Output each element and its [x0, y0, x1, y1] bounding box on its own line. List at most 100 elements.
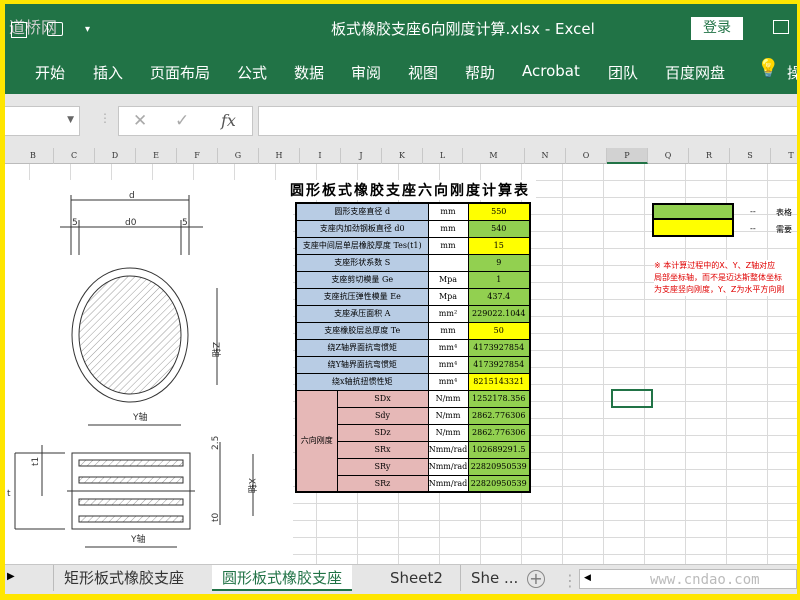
column-header-R[interactable]: R: [689, 148, 730, 164]
stiffness-label[interactable]: Sdy: [336, 406, 429, 425]
param-value[interactable]: 1: [467, 270, 531, 289]
tab-acrobat[interactable]: Acrobat: [522, 62, 580, 80]
formula-input[interactable]: [258, 106, 797, 136]
sheet-tab-circle-active[interactable]: 圆形板式橡胶支座: [212, 565, 353, 591]
scroll-sheets-right-icon[interactable]: ▶: [7, 571, 15, 582]
column-header-Q[interactable]: Q: [648, 148, 689, 164]
tab-data[interactable]: 数据: [294, 62, 324, 83]
param-unit[interactable]: Mpa: [427, 287, 469, 306]
tab-formulas[interactable]: 公式: [237, 62, 267, 83]
param-unit[interactable]: mm: [427, 236, 469, 255]
tab-help[interactable]: 帮助: [465, 62, 495, 83]
print-preview-icon[interactable]: [47, 22, 63, 36]
param-unit[interactable]: mm: [427, 202, 469, 221]
param-label[interactable]: 绕x轴抗扭惯性矩: [295, 372, 429, 391]
stiffness-label[interactable]: SRy: [336, 457, 429, 476]
tab-tell-me[interactable]: 操: [787, 62, 797, 83]
tab-view[interactable]: 视图: [408, 62, 438, 83]
stiffness-unit[interactable]: Nmm/rad: [427, 440, 469, 459]
ribbon-display-options-icon[interactable]: [773, 20, 789, 34]
sheet-tab-rect[interactable]: 矩形板式橡胶支座: [53, 565, 194, 591]
param-value[interactable]: 4173927854: [467, 338, 531, 357]
param-unit[interactable]: mm: [427, 321, 469, 340]
param-value[interactable]: 540: [467, 219, 531, 238]
column-header-O[interactable]: O: [566, 148, 607, 164]
column-header-H[interactable]: H: [259, 148, 300, 164]
param-value[interactable]: 437.4: [467, 287, 531, 306]
stiffness-value[interactable]: 22820950539: [467, 474, 531, 493]
tab-team[interactable]: 团队: [608, 62, 638, 83]
column-header-S[interactable]: S: [730, 148, 771, 164]
stiffness-group-label[interactable]: 六向刚度: [295, 389, 338, 493]
stiffness-value[interactable]: 1252178.356: [467, 389, 531, 408]
drag-handle-icon[interactable]: ⋮: [562, 571, 578, 590]
lightbulb-tell-me-icon[interactable]: 💡: [757, 58, 779, 79]
column-header-N[interactable]: N: [525, 148, 566, 164]
sheet-tab-sheet2[interactable]: Sheet2: [380, 565, 453, 591]
column-header-P[interactable]: P: [607, 148, 648, 164]
cancel-icon[interactable]: ✕: [133, 111, 147, 131]
param-unit[interactable]: mm⁴: [427, 355, 469, 374]
chevron-down-icon[interactable]: ▼: [67, 115, 74, 125]
param-value[interactable]: 9: [467, 253, 531, 272]
stiffness-value[interactable]: 22820950539: [467, 457, 531, 476]
param-label[interactable]: 支座抗压弹性模量 Ee: [295, 287, 429, 306]
stiffness-label[interactable]: SDz: [336, 423, 429, 442]
param-value[interactable]: 15: [467, 236, 531, 255]
drag-handle-icon[interactable]: ⋮: [99, 111, 111, 125]
customize-quick-access-icon[interactable]: ▾: [85, 24, 90, 35]
param-label[interactable]: 支座承压面积 A: [295, 304, 429, 323]
column-header-K[interactable]: K: [382, 148, 423, 164]
column-header-T[interactable]: T: [771, 148, 797, 164]
column-header-B[interactable]: B: [13, 148, 54, 164]
scroll-left-icon[interactable]: ◀: [584, 573, 591, 583]
param-value[interactable]: 550: [467, 202, 531, 221]
param-unit[interactable]: [427, 253, 469, 272]
enter-icon[interactable]: ✓: [175, 111, 189, 131]
stiffness-label[interactable]: SDx: [336, 389, 429, 408]
param-label[interactable]: 支座剪切模量 Ge: [295, 270, 429, 289]
stiffness-unit[interactable]: Nmm/rad: [427, 474, 469, 493]
selected-cell[interactable]: [611, 389, 653, 408]
param-unit[interactable]: mm⁴: [427, 338, 469, 357]
param-unit[interactable]: mm²: [427, 304, 469, 323]
stiffness-unit[interactable]: N/mm: [427, 406, 469, 425]
param-label[interactable]: 支座形状系数 S: [295, 253, 429, 272]
column-header-J[interactable]: J: [341, 148, 382, 164]
search-icon[interactable]: [11, 22, 27, 38]
column-header-E[interactable]: E: [136, 148, 177, 164]
add-sheet-icon[interactable]: +: [527, 570, 545, 588]
param-label[interactable]: 绕Y轴界面抗弯惯矩: [295, 355, 429, 374]
param-unit[interactable]: Mpa: [427, 270, 469, 289]
param-label[interactable]: 支座中间层单层橡胶厚度 Tes(t1): [295, 236, 429, 255]
param-unit[interactable]: mm⁴: [427, 372, 469, 391]
horizontal-scrollbar[interactable]: ◀ www.cndao.com: [579, 569, 797, 589]
column-header-G[interactable]: G: [218, 148, 259, 164]
column-header-D[interactable]: D: [95, 148, 136, 164]
column-header-C[interactable]: C: [54, 148, 95, 164]
column-header-M[interactable]: M: [463, 148, 525, 164]
tab-baidu-netdisk[interactable]: 百度网盘: [665, 62, 725, 83]
column-header-L[interactable]: L: [423, 148, 463, 164]
param-value[interactable]: 4173927854: [467, 355, 531, 374]
param-label[interactable]: 支座内加劲钢板直径 d0: [295, 219, 429, 238]
param-label[interactable]: 绕Z轴界面抗弯惯矩: [295, 338, 429, 357]
tab-home[interactable]: 开始: [35, 62, 65, 83]
column-header-F[interactable]: F: [177, 148, 218, 164]
stiffness-label[interactable]: SRx: [336, 440, 429, 459]
name-box[interactable]: ▼: [5, 106, 80, 136]
column-header-I[interactable]: I: [300, 148, 341, 164]
param-label[interactable]: 圆形支座直径 d: [295, 202, 429, 221]
insert-function-icon[interactable]: fx: [221, 111, 236, 130]
param-value[interactable]: 8215143321: [467, 372, 531, 391]
tab-page-layout[interactable]: 页面布局: [150, 62, 210, 83]
tab-review[interactable]: 审阅: [351, 62, 381, 83]
param-value[interactable]: 229022.1044: [467, 304, 531, 323]
sheet-tab-more[interactable]: She ...: [460, 565, 528, 591]
param-unit[interactable]: mm: [427, 219, 469, 238]
login-button[interactable]: 登录: [691, 17, 743, 40]
stiffness-value[interactable]: 102689291.5: [467, 440, 531, 459]
stiffness-unit[interactable]: Nmm/rad: [427, 457, 469, 476]
stiffness-value[interactable]: 2862.776306: [467, 423, 531, 442]
stiffness-value[interactable]: 2862.776306: [467, 406, 531, 425]
